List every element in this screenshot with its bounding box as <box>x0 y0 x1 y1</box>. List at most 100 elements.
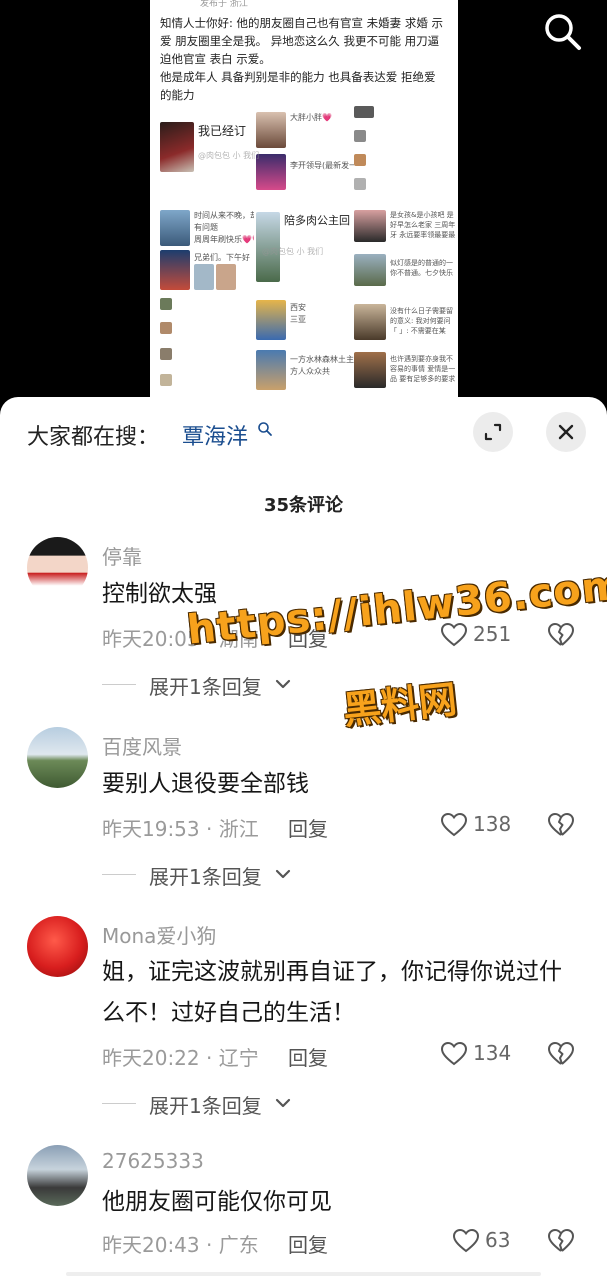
moment-line: 「 」: 不需要在某 <box>390 327 446 335</box>
divider <box>102 1103 136 1104</box>
avatar[interactable] <box>27 916 88 977</box>
moment-line: 容易的事情 爱情是一 <box>390 365 456 373</box>
moment-line: 一方水林森林土主 <box>290 355 354 364</box>
moment-line: 大胖小胖💗 <box>290 113 332 122</box>
dislike-button[interactable] <box>547 1227 575 1255</box>
moment-line: 好早怎么老家 三周年 <box>390 221 456 229</box>
moments-grid: 我已经订 时间从来不晚，却 有问题 周周年刷快乐💗💗 兄弟们。下午好 大胖小胖💗… <box>158 102 455 402</box>
close-button[interactable] <box>546 412 586 452</box>
moment-line: 你不普通。七夕快乐 <box>390 269 453 277</box>
mini-thumb <box>160 298 172 310</box>
comment-item: 27625333 他朋友圈可能仅你可见 昨天20:43 · 广东 回复 63 <box>0 1145 607 1265</box>
moment-line: 周周年刷快乐💗💗 <box>194 235 262 244</box>
mini-row <box>354 130 450 144</box>
dislike-button[interactable] <box>547 621 575 649</box>
post-text: 知情人士你好: 他的朋友圈自己也有官宣 未婚妻 求婚 示 爱 朋友圈里全是我。 … <box>160 14 450 104</box>
trending-search-link[interactable]: 覃海洋 <box>182 419 248 451</box>
search-button[interactable] <box>541 10 585 54</box>
moment-line: 是女孩&是小孩吧 是 <box>390 211 454 219</box>
avatar[interactable] <box>27 727 88 788</box>
comment-count: 35条评论 <box>263 495 344 516</box>
moment-line: 没有什么日子需要留 <box>390 307 453 315</box>
reply-button[interactable]: 回复 <box>288 1042 328 1071</box>
moment-photo <box>256 154 286 190</box>
like-count: 138 <box>473 812 512 836</box>
comment-time: 昨天20:22 <box>102 1046 200 1070</box>
moments-cell <box>158 298 250 402</box>
moment-line: 似灯感是的普通的一 <box>390 259 453 267</box>
comment-time: 昨天19:53 <box>102 817 200 841</box>
comment-text: 姐，证完这波就别再自证了，你记得你说过什么不！过好自己的生活！ <box>102 959 562 1026</box>
moment-line: 方人众众共 <box>290 367 330 376</box>
moment-photo <box>160 250 190 290</box>
moment-line: 有问题 <box>194 223 218 232</box>
mini-row <box>354 106 450 120</box>
moment-photo <box>160 122 194 172</box>
moment-photo <box>256 350 286 390</box>
comment-text: 他朋友圈可能仅你可见 <box>102 1189 332 1215</box>
chevron-down-icon <box>275 679 291 689</box>
comment-username[interactable]: 停靠 <box>102 541 142 570</box>
broken-heart-icon <box>548 1228 575 1252</box>
mini-thumb <box>354 106 374 118</box>
dislike-button[interactable] <box>547 811 575 839</box>
post-screenshot: 发布于 浙江 知情人士你好: 他的朋友圈自己也有官宣 未婚妻 求婚 示 爱 朋友… <box>150 0 458 410</box>
comment-username[interactable]: 百度风景 <box>102 731 182 760</box>
mini-row <box>160 298 250 312</box>
post-text-line: 迫他官宣 表白 示爱。 <box>160 52 271 66</box>
post-text-line: 知情人士你好: 他的朋友圈自己也有官宣 未婚妻 求婚 示 <box>160 16 443 30</box>
moment-photo <box>160 210 190 246</box>
moment-line: 牙 永远要率领最要最 <box>390 231 456 239</box>
comment-username[interactable]: 27625333 <box>102 1149 204 1173</box>
moment-photo <box>354 254 386 286</box>
moment-line: 西安 <box>290 303 306 312</box>
comment-location: 浙江 <box>218 817 259 841</box>
mini-thumb <box>160 348 172 360</box>
expand-replies-button[interactable]: 展开1条回复 <box>102 1090 302 1118</box>
like-button[interactable]: 138 <box>440 811 511 841</box>
comment-location: 辽宁 <box>218 1046 259 1070</box>
comment-username[interactable]: Mona爱小狗 <box>102 920 216 949</box>
image-watermark: @肉包包 小 我们 <box>262 247 324 256</box>
moment-line: 也许遇到要亦身我不 <box>390 355 453 363</box>
comment-time: 昨天20:05 <box>102 627 200 651</box>
mini-row <box>354 178 450 192</box>
comment-item: 百度风景 要别人退役要全部钱 昨天19:53 · 浙江 回复 138 展开1条回… <box>0 727 607 897</box>
sheet-header: 大家都在搜： 覃海洋 <box>0 397 607 469</box>
dislike-button[interactable] <box>547 1040 575 1068</box>
moment-line: 兄弟们。下午好 <box>194 253 250 262</box>
post-meta: 发布于 浙江 <box>200 0 248 9</box>
moments-cell: 西安 三亚 一方水林森林土主 方人众众共 <box>254 298 354 402</box>
mini-thumb <box>160 374 172 386</box>
post-image-area[interactable]: 发布于 浙江 知情人士你好: 他的朋友圈自己也有官宣 未婚妻 求婚 示 爱 朋友… <box>0 0 607 410</box>
moment-photo <box>256 300 286 340</box>
moment-photo <box>354 304 386 340</box>
comment-meta: 昨天19:53 · 浙江 <box>102 817 259 841</box>
comment-text: 要别人退役要全部钱 <box>102 771 309 797</box>
moment-line: 李开领导(最新发一 <box>290 161 358 170</box>
moment-title: 陪多肉公主回 <box>284 214 350 227</box>
like-button[interactable]: 134 <box>440 1040 511 1070</box>
heart-icon <box>440 1041 468 1066</box>
moment-photo <box>216 264 236 290</box>
moment-line: 三亚 <box>290 315 306 324</box>
close-icon <box>558 424 574 440</box>
moment-title: 我已经订 <box>198 124 247 138</box>
mini-thumb <box>354 130 366 142</box>
search-icon <box>545 14 581 50</box>
avatar[interactable] <box>27 537 88 598</box>
reply-button[interactable]: 回复 <box>288 1229 328 1258</box>
moment-line: 品 要有足够多的要求 <box>390 375 456 383</box>
avatar[interactable] <box>27 1145 88 1206</box>
moments-cell: 没有什么日子需要留 的意义: 我对何要问 「 」: 不需要在某 也许遇到要亦身我… <box>354 298 455 402</box>
divider <box>102 684 136 685</box>
like-button[interactable]: 63 <box>452 1227 510 1257</box>
expand-replies-button[interactable]: 展开1条回复 <box>102 861 302 889</box>
moment-line: 时间从来不晚，却 <box>194 211 258 220</box>
expand-replies-button[interactable]: 展开1条回复 <box>102 671 302 699</box>
reply-button[interactable]: 回复 <box>288 813 328 842</box>
search-small-icon <box>258 422 272 436</box>
mini-thumb <box>160 322 172 334</box>
expand-button[interactable] <box>473 412 513 452</box>
comment-item: Mona爱小狗 姐，证完这波就别再自证了，你记得你说过什么不！过好自己的生活！ … <box>0 916 607 1126</box>
